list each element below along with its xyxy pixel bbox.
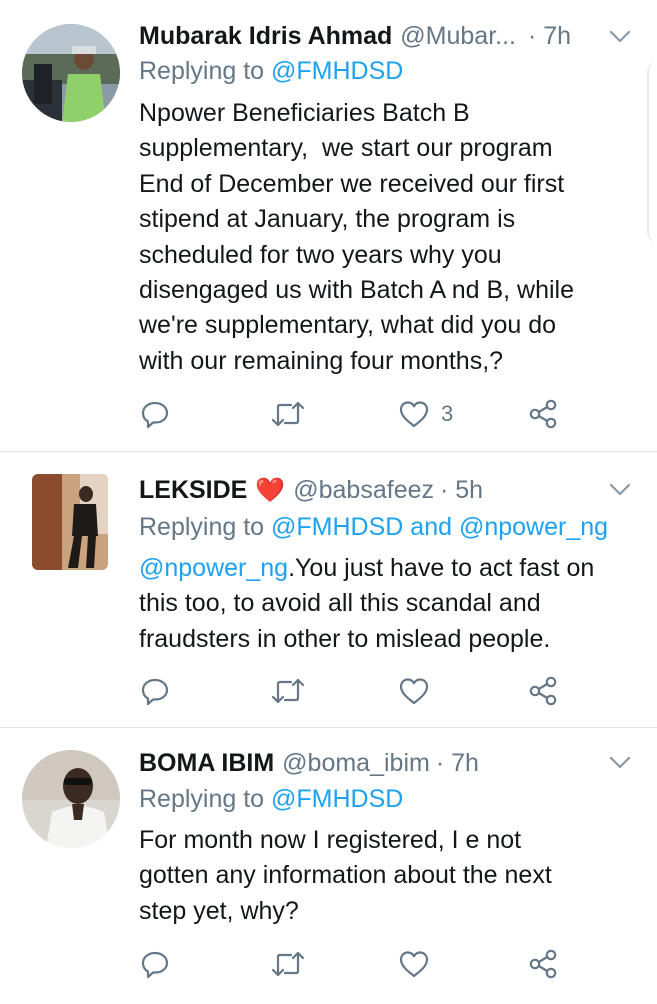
tweet[interactable]: BOMA IBIM @boma_ibim · 7h Replying to @F… bbox=[0, 728, 657, 1004]
tweet-actions bbox=[0, 947, 657, 981]
tweet-text-line: stipend at January, the program is bbox=[139, 205, 516, 234]
reply-button[interactable] bbox=[140, 397, 170, 431]
tweet-text-line: step yet, why? bbox=[139, 896, 299, 925]
tweet-text-line: this too, to avoid all this scandal and bbox=[139, 589, 541, 618]
reply-icon bbox=[141, 401, 169, 429]
share-button[interactable] bbox=[527, 397, 559, 431]
chevron-down-icon[interactable] bbox=[609, 25, 631, 47]
tweet-header: BOMA IBIM @boma_ibim · 7h bbox=[139, 745, 657, 781]
heart-icon bbox=[399, 951, 429, 978]
tweet-text: Npower Beneficiaries Batch B supplementa… bbox=[139, 96, 649, 379]
retweet-button[interactable] bbox=[271, 674, 305, 708]
timestamp[interactable]: · 5h bbox=[440, 476, 483, 505]
tweet-text-line: supplementary, we start our program bbox=[139, 134, 553, 163]
heart-icon bbox=[399, 401, 429, 428]
share-icon bbox=[529, 949, 557, 979]
replying-to-mention[interactable]: @FMHDSD bbox=[271, 57, 403, 85]
retweet-button[interactable] bbox=[271, 397, 305, 431]
tweet-text-line: End of December we received our first bbox=[139, 169, 565, 198]
chevron-down-icon[interactable] bbox=[609, 751, 631, 773]
tweet-text-line: Npower Beneficiaries Batch B bbox=[139, 99, 470, 127]
tweet-text-line: fraudsters in other to mislead people. bbox=[139, 624, 551, 653]
replying-to-prefix: Replying to bbox=[139, 513, 272, 541]
tweet-header: LEKSIDE ❤️ @babsafeez · 5h bbox=[139, 472, 657, 508]
username[interactable]: @boma_ibim bbox=[282, 749, 430, 778]
tweet-actions bbox=[0, 674, 657, 708]
tweet-actions: 3 bbox=[0, 397, 657, 431]
tweet-text: @npower_ng.You just have to act fast on … bbox=[139, 551, 649, 657]
like-button[interactable] bbox=[399, 947, 441, 981]
avatar[interactable] bbox=[22, 750, 120, 848]
tweet-text-line: For month now I registered, I e not bbox=[139, 826, 522, 854]
retweet-icon bbox=[271, 951, 305, 977]
reply-icon bbox=[141, 951, 169, 979]
display-name[interactable]: BOMA IBIM bbox=[139, 749, 274, 778]
tweet-text-line: with our remaining four months,? bbox=[139, 346, 504, 375]
retweet-icon bbox=[271, 678, 305, 704]
share-button[interactable] bbox=[527, 947, 559, 981]
replying-to: Replying to @FMHDSD and @npower_ng bbox=[139, 513, 608, 542]
replying-to: Replying to @FMHDSD bbox=[139, 57, 403, 86]
display-name[interactable]: Mubarak Idris Ahmad bbox=[139, 22, 392, 51]
tweet-text: For month now I registered, I e not gott… bbox=[139, 823, 649, 929]
replying-to-prefix: Replying to bbox=[139, 57, 272, 85]
tweet[interactable]: LEKSIDE ❤️ @babsafeez · 5h Replying to @… bbox=[0, 452, 657, 727]
heart-emoji: ❤️ bbox=[255, 476, 286, 504]
tweet-text-line: we're supplementary, what did you do bbox=[139, 311, 557, 340]
share-icon bbox=[529, 399, 557, 429]
avatar[interactable] bbox=[22, 24, 120, 122]
reply-button[interactable] bbox=[140, 674, 170, 708]
display-name[interactable]: LEKSIDE bbox=[139, 476, 247, 505]
replying-to-mention[interactable]: @FMHDSD bbox=[271, 785, 403, 813]
tweet[interactable]: Mubarak Idris Ahmad @Mubar... · 7h Reply… bbox=[0, 0, 657, 451]
timestamp[interactable]: · 7h bbox=[436, 749, 479, 778]
like-count: 3 bbox=[441, 401, 454, 426]
replying-to: Replying to @FMHDSD bbox=[139, 785, 403, 814]
replying-to-mention[interactable]: @FMHDSD and @npower_ng bbox=[271, 513, 608, 541]
reply-button[interactable] bbox=[140, 947, 170, 981]
heart-icon bbox=[399, 678, 429, 705]
mention-link[interactable]: @npower_ng bbox=[139, 554, 288, 582]
username[interactable]: @babsafeez bbox=[293, 476, 434, 505]
like-button[interactable]: 3 bbox=[399, 397, 453, 431]
tweet-text-line: scheduled for two years why you bbox=[139, 240, 502, 269]
share-button[interactable] bbox=[527, 674, 559, 708]
chevron-down-icon[interactable] bbox=[609, 478, 631, 500]
reply-icon bbox=[141, 678, 169, 706]
like-button[interactable] bbox=[399, 674, 441, 708]
share-icon bbox=[529, 676, 557, 706]
tweet-text-span: .You just have to act fast on bbox=[288, 554, 595, 582]
avatar[interactable] bbox=[32, 474, 108, 570]
tweet-text-line: @npower_ng.You just have to act fast on bbox=[139, 551, 649, 586]
replying-to-prefix: Replying to bbox=[139, 785, 272, 813]
username[interactable]: @Mubar... bbox=[400, 22, 516, 51]
tweet-text-line: disengaged us with Batch A nd B, while bbox=[139, 276, 575, 305]
tweet-text-line: gotten any information about the next bbox=[139, 861, 552, 890]
retweet-button[interactable] bbox=[271, 947, 305, 981]
retweet-icon bbox=[271, 401, 305, 427]
timestamp[interactable]: · 7h bbox=[528, 22, 571, 51]
tweet-header: Mubarak Idris Ahmad @Mubar... · 7h bbox=[139, 18, 657, 54]
